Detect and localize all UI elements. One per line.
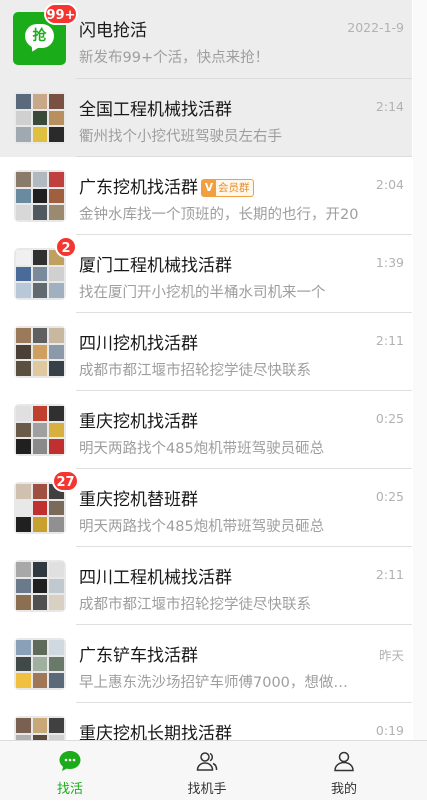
chat-time: 2:14 (375, 99, 404, 114)
chat-preview: 衢州找个小挖代班驾驶员左右手 (79, 129, 282, 145)
chat-name: 重庆挖机找活群 (79, 412, 198, 432)
chat-time: 0:19 (375, 723, 404, 738)
chat-row[interactable]: 27 重庆挖机替班群 0:25 明天两路找个485炮机带班驾驶员砸总 (0, 469, 412, 547)
chat-bubble-icon (59, 751, 81, 771)
tab-label: 找活 (56, 782, 83, 797)
tab-find-operators[interactable]: 找机手 (157, 741, 257, 801)
chat-time: 0:25 (375, 489, 404, 504)
tab-profile[interactable]: 我的 (294, 741, 394, 801)
chat-time: 1:39 (375, 255, 404, 270)
chat-preview: 找在厦门开小挖机的半桶水司机来一个 (79, 285, 326, 301)
chat-time: 2:04 (375, 177, 404, 192)
chat-row-flash-jobs[interactable]: 抢 99+ 闪电抢活 2022-1-9 新发布99+个活，快点来抢！ (0, 0, 412, 79)
chat-time: 昨天 (378, 648, 404, 663)
contacts-icon (196, 752, 218, 771)
chat-row[interactable]: 广东挖机找活群 V 会员群 2:04 金钟水库找一个顶班的，长期的也行，开20 (0, 157, 412, 235)
chat-row[interactable]: 全国工程机械找活群 2:14 衢州找个小挖代班驾驶员左右手 (0, 79, 412, 157)
chat-row[interactable]: 四川工程机械找活群 2:11 成都市都江堰市招轮挖学徒尽快联系 (0, 547, 412, 625)
group-avatar (14, 92, 66, 144)
chat-preview: 成都市都江堰市招轮挖学徒尽快联系 (79, 363, 311, 379)
chat-preview: 成都市都江堰市招轮挖学徒尽快联系 (79, 597, 311, 613)
chat-row[interactable]: 2 厦门工程机械找活群 1:39 找在厦门开小挖机的半桶水司机来一个 (0, 235, 412, 313)
group-avatar (14, 326, 66, 378)
tab-label: 我的 (330, 782, 357, 797)
bottom-tab-bar: 找活 找机手 我的 (0, 740, 427, 800)
unread-badge: 2 (55, 236, 77, 258)
chat-name: 闪电抢活 (79, 21, 147, 41)
chat-time: 0:25 (375, 411, 404, 426)
group-avatar (14, 716, 66, 740)
group-avatar (14, 404, 66, 456)
vip-icon: V (202, 180, 216, 196)
chat-name: 重庆挖机长期找活群 (79, 724, 232, 740)
chat-preview: 新发布99+个活，快点来抢！ (79, 50, 270, 66)
chat-time: 2:11 (375, 333, 404, 348)
chat-row[interactable]: 四川挖机找活群 2:11 成都市都江堰市招轮挖学徒尽快联系 (0, 313, 412, 391)
grab-icon: 抢 (32, 28, 47, 44)
scrollbar-track[interactable] (413, 0, 427, 740)
chat-row[interactable]: 广东铲车找活群 昨天 早上惠东洗沙场招铲车师傅7000，想做… (0, 625, 412, 703)
profile-icon (334, 751, 354, 772)
chat-name: 四川工程机械找活群 (79, 568, 232, 588)
chat-row[interactable]: 重庆挖机找活群 0:25 明天两路找个485炮机带班驾驶员砸总 (0, 391, 412, 469)
chat-row[interactable]: 重庆挖机长期找活群 0:19 (0, 703, 412, 740)
tab-find-jobs[interactable]: 找活 (20, 741, 120, 801)
chat-preview: 早上惠东洗沙场招铲车师傅7000，想做… (79, 675, 348, 691)
chat-preview: 明天两路找个485炮机带班驾驶员砸总 (79, 441, 325, 457)
chat-time: 2022-1-9 (347, 20, 404, 35)
chat-name: 全国工程机械找活群 (79, 100, 232, 120)
chat-name: 广东挖机找活群 V 会员群 (79, 173, 254, 198)
group-avatar (14, 248, 66, 300)
unread-badge: 27 (52, 470, 79, 492)
group-avatar (14, 638, 66, 690)
group-avatar (14, 170, 66, 222)
tab-label: 找机手 (187, 782, 227, 797)
member-group-tag: V 会员群 (201, 179, 254, 197)
chat-list: 抢 99+ 闪电抢活 2022-1-9 新发布99+个活，快点来抢！ 全国工程机… (0, 0, 412, 740)
chat-preview: 明天两路找个485炮机带班驾驶员砸总 (79, 519, 325, 535)
unread-badge: 99+ (44, 3, 78, 25)
chat-name: 厦门工程机械找活群 (79, 256, 232, 276)
chat-time: 2:11 (375, 567, 404, 582)
chat-name: 广东铲车找活群 (79, 646, 198, 666)
chat-preview: 金钟水库找一个顶班的，长期的也行，开20 (79, 207, 359, 223)
chat-name: 四川挖机找活群 (79, 334, 198, 354)
group-avatar (14, 560, 66, 612)
chat-name: 重庆挖机替班群 (79, 490, 198, 510)
